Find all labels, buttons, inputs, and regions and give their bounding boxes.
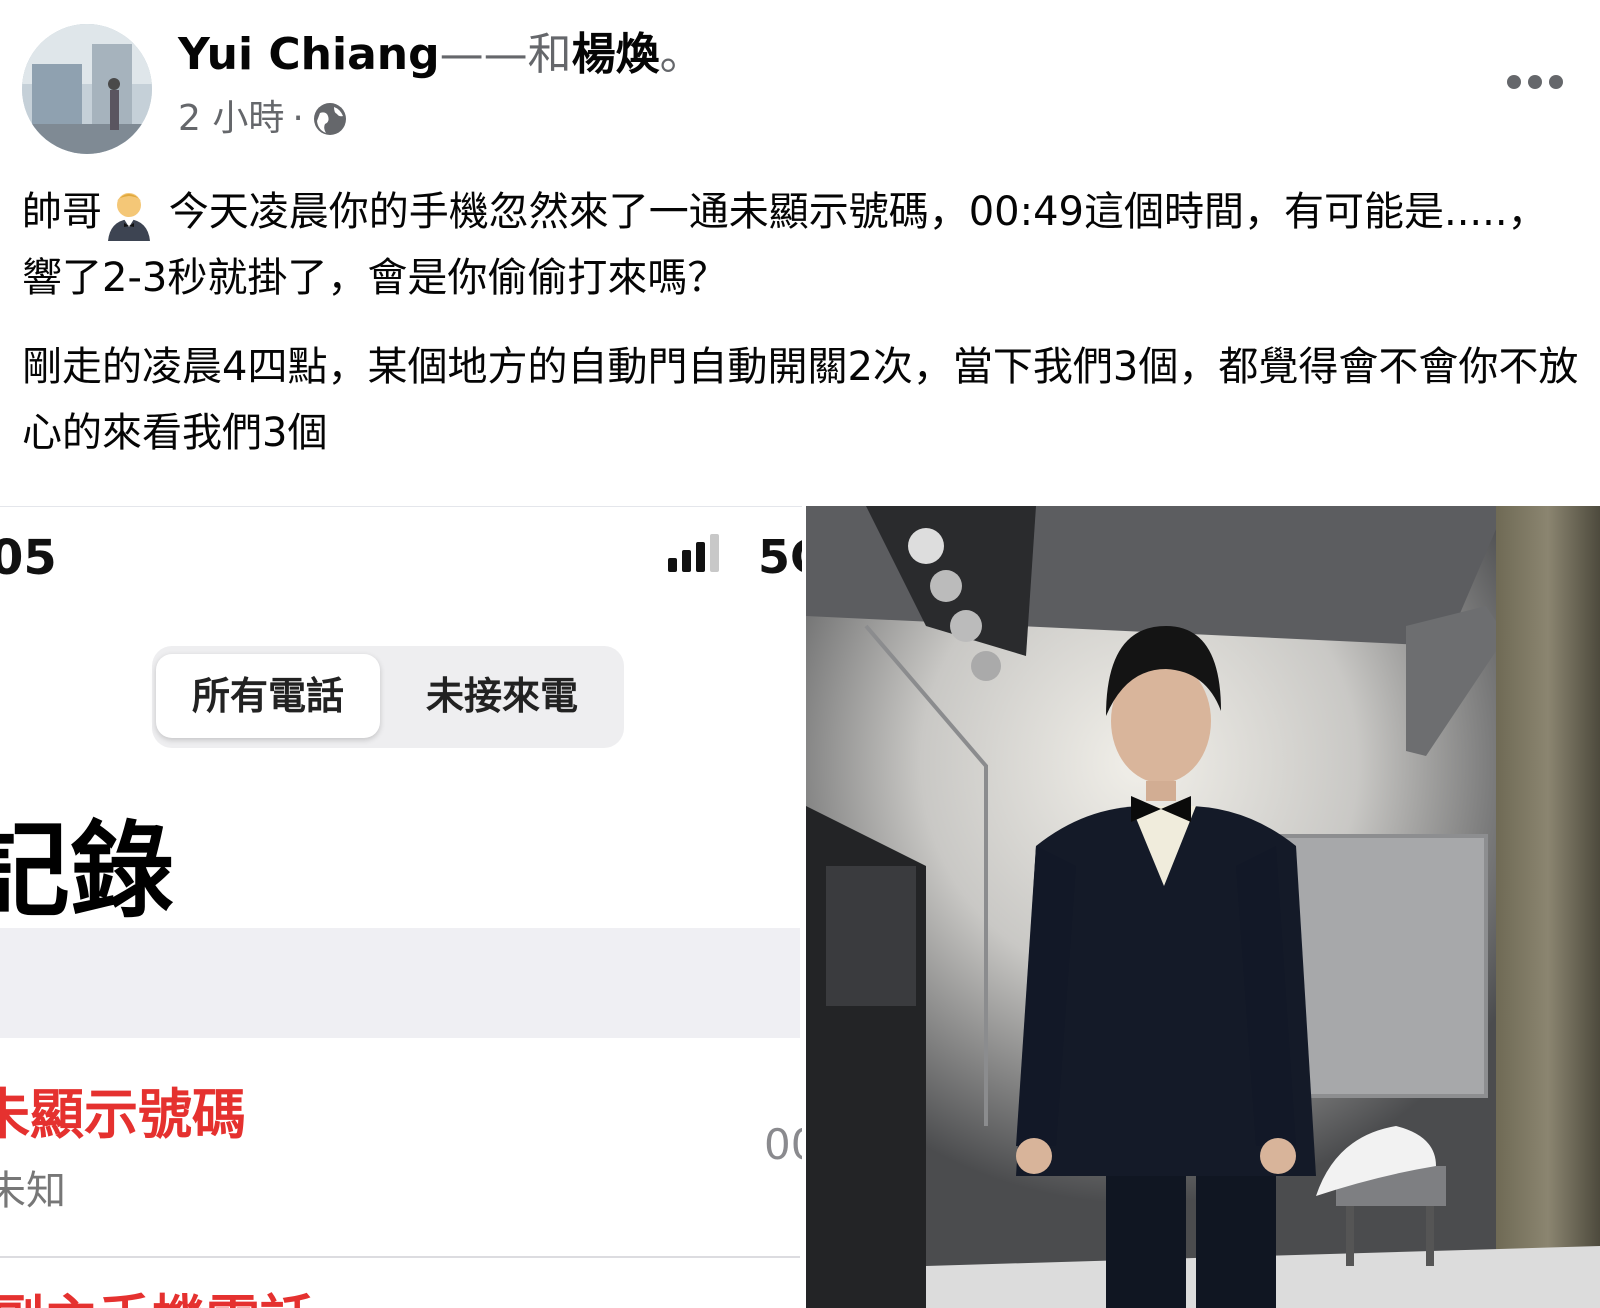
post-meta: 2 小時 ·: [178, 96, 348, 142]
tuxedo-photo: [806, 506, 1600, 1308]
post-header: Yui Chiang——和楊煥。: [178, 28, 704, 82]
tab-missed-calls: 未接來電: [425, 674, 578, 718]
call-entry-name: 未顯示號碼: [0, 1083, 246, 1146]
call-filter-segmented-control: 所有電話 未接來電: [152, 646, 624, 748]
with-separator: ——和: [439, 29, 572, 80]
signal-icon: [668, 532, 719, 572]
paragraph1-start: 帥哥: [22, 189, 102, 235]
author-avatar[interactable]: [22, 24, 152, 154]
call-entry-2-name: 副主手機電話: [0, 1276, 314, 1308]
avatar-image: [22, 24, 152, 154]
more-dot-icon: [1507, 75, 1521, 89]
globe-icon: [313, 103, 346, 135]
author-name[interactable]: Yui Chiang: [178, 29, 440, 80]
row-separator: [0, 1256, 800, 1258]
tuxedo-photo-image[interactable]: [806, 506, 1600, 1308]
paragraph1-rest: 今天凌晨你的手機忽然來了一通未顯示號碼，00:49這個時間，有可能是.....，…: [22, 189, 1548, 301]
post-paragraph-1: 帥哥 今天凌晨你的手機忽然來了一通未顯示號碼，00:49這個時間，有可能是...…: [22, 179, 1582, 311]
post-paragraph-2: 剛走的凌晨4四點，某個地方的自動門自動開關2次，當下我們3個，都覺得會不會你不放…: [22, 344, 1579, 456]
call-entry-subtitle: 未知: [0, 1168, 66, 1214]
status-bar-network: 5G: [758, 530, 802, 584]
more-options-button[interactable]: [1490, 62, 1580, 102]
image-top-divider: [0, 506, 802, 507]
call-entry-time: 00: [764, 1120, 802, 1169]
more-dot-icon: [1528, 75, 1542, 89]
call-log-title: 記錄: [0, 810, 175, 932]
post-time[interactable]: 2 小時: [178, 96, 284, 142]
section-band: [0, 928, 800, 1038]
tab-all-calls: 所有電話: [156, 654, 380, 738]
phone-screenshot-image[interactable]: 05 5G 所有電話 未接來電 記錄 未顯示號碼 未知 00 副主手機電話: [0, 508, 802, 1308]
tagged-person[interactable]: 楊煥: [572, 29, 660, 80]
tag-end: 。: [659, 29, 704, 80]
meta-dot: ·: [292, 98, 304, 139]
man-in-tuxedo-emoji: [108, 193, 150, 241]
more-dot-icon: [1549, 75, 1563, 89]
status-bar-time: 05: [0, 530, 57, 586]
